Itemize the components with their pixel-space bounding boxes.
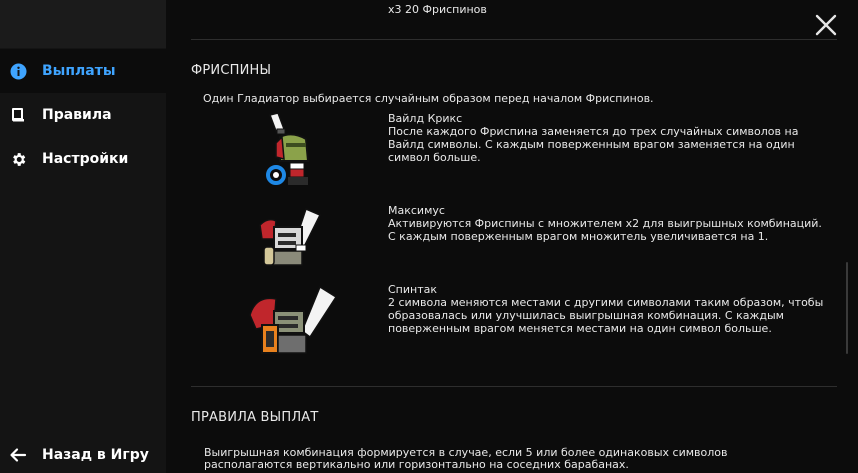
book-icon	[9, 106, 27, 124]
close-icon	[815, 14, 837, 36]
gladiator-spintacus-image	[248, 285, 342, 363]
freespins-section-title: ФРИСПИНЫ	[191, 63, 272, 78]
sidebar-item-label: Правила	[42, 107, 112, 123]
sidebar-item-label: Настройки	[42, 151, 129, 167]
feature-name: Вайлд Крикс	[388, 112, 463, 125]
feature-name: Максимус	[388, 204, 445, 217]
sidebar-item-payouts[interactable]: Выплаты	[0, 49, 166, 93]
payout-rules-section-title: ПРАВИЛА ВЫПЛАТ	[191, 410, 319, 425]
sidebar-item-settings[interactable]: Настройки	[0, 137, 166, 181]
gladiator-crixus-image	[262, 112, 322, 197]
feature-spintacus: Спинтак 2 символа меняются местами с дру…	[388, 283, 828, 335]
sidebar-header	[0, 0, 166, 48]
freespins-intro: Один Гладиатор выбирается случайным обра…	[203, 92, 654, 105]
feature-name: Спинтак	[388, 283, 438, 296]
close-button[interactable]	[813, 12, 839, 38]
gladiator-maximus-image	[252, 205, 338, 275]
back-to-game-button[interactable]: Назад в Игру	[0, 436, 166, 473]
feature-description: 2 символа меняются местами с другими сим…	[388, 296, 824, 335]
info-icon	[9, 62, 27, 80]
divider	[191, 39, 837, 40]
sidebar-item-rules[interactable]: Правила	[0, 93, 166, 137]
sidebar-item-label: Выплаты	[42, 63, 116, 79]
scrollbar-thumb[interactable]	[846, 262, 848, 354]
arrow-left-icon	[9, 446, 27, 464]
feature-description: Активируются Фриспины с множителем x2 дл…	[388, 217, 822, 243]
gear-icon	[9, 150, 27, 168]
divider	[191, 386, 837, 387]
freespins-payout-text: х3 20 Фриспинов	[388, 3, 487, 16]
feature-crixus: Вайлд Крикс После каждого Фриспина замен…	[388, 112, 828, 164]
back-to-game-label: Назад в Игру	[42, 446, 149, 463]
payout-rules-text: Выигрышная комбинация формируется в случ…	[204, 446, 728, 471]
feature-description: После каждого Фриспина заменяется до тре…	[388, 125, 799, 164]
payouts-panel: х3 20 Фриспинов ФРИСПИНЫ Один Гладиатор …	[166, 0, 858, 473]
feature-maximus: Максимус Активируются Фриспины с множите…	[388, 204, 828, 243]
sidebar: Выплаты Правила Настройки Назад в Игру	[0, 0, 166, 473]
